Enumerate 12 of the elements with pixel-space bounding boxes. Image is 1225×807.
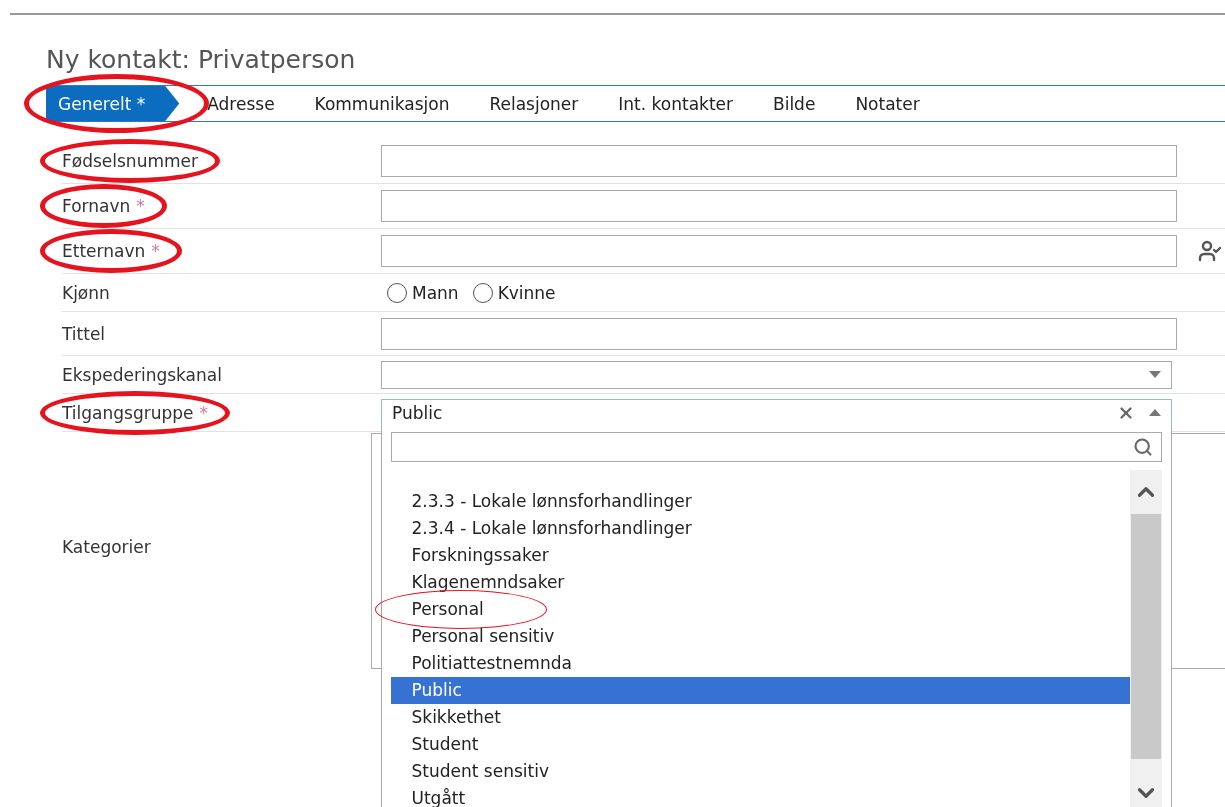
field-label: Ekspederingskanal <box>62 364 222 385</box>
required-marker: * <box>199 402 209 423</box>
field-label: Fornavn <box>62 196 131 216</box>
field-label: Tittel <box>62 323 106 344</box>
required-marker: * <box>136 196 145 216</box>
field-label: Etternavn <box>62 241 146 261</box>
page-title: Ny kontakt: Privatperson <box>46 44 357 76</box>
field-label: Kjønn <box>62 282 110 303</box>
required-marker: * <box>151 241 160 261</box>
field-label: Fødselsnummer <box>62 151 198 171</box>
field-label: Kategorier <box>62 537 151 557</box>
field-label: Tilgangsgruppe <box>62 402 194 423</box>
